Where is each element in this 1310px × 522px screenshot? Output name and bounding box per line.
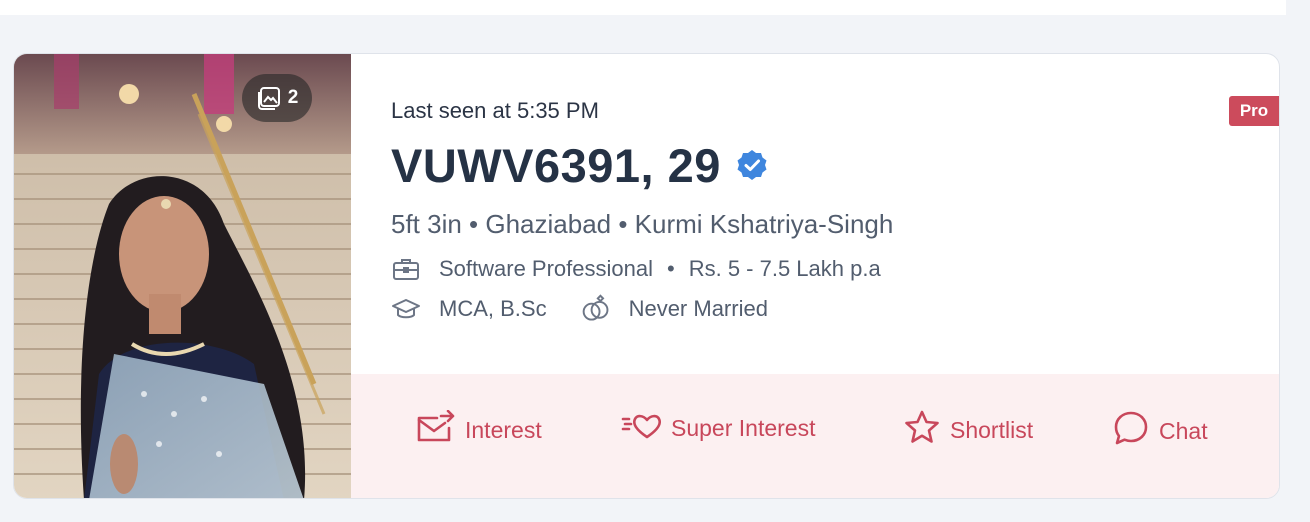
interest-label: Interest xyxy=(465,416,542,443)
gallery-icon xyxy=(256,85,282,111)
separator-dot: • xyxy=(667,256,675,281)
profession: Software Professional xyxy=(439,256,653,281)
rings-icon xyxy=(581,294,611,324)
profile-card[interactable]: 2 Pro Last seen at 5:35 PM VUWV6391, 29 … xyxy=(13,53,1280,499)
briefcase-icon xyxy=(391,254,421,284)
profile-name[interactable]: VUWV6391, 29 xyxy=(391,138,721,193)
verified-badge-icon xyxy=(735,148,769,187)
education-row: MCA, B.Sc Never Married xyxy=(391,294,768,324)
shortlist-button[interactable]: Shortlist xyxy=(904,410,1033,450)
photo-count: 2 xyxy=(287,87,299,108)
chat-label: Chat xyxy=(1159,417,1208,444)
name-row: VUWV6391, 29 xyxy=(391,138,769,193)
super-interest-button[interactable]: Super Interest xyxy=(621,410,815,446)
shortlist-label: Shortlist xyxy=(950,416,1034,443)
profession-row: Software Professional • Rs. 5 - 7.5 Lakh… xyxy=(391,254,881,284)
profile-photo-image xyxy=(14,54,351,498)
interest-button[interactable]: Interest xyxy=(415,409,542,450)
income: Rs. 5 - 7.5 Lakh p.a xyxy=(688,256,881,281)
star-icon xyxy=(904,410,940,450)
previous-card-edge xyxy=(0,0,1286,15)
action-bar: Interest Super Interest Shortlist Chat xyxy=(351,374,1279,498)
chat-bubble-icon xyxy=(1113,410,1149,452)
pro-badge: Pro xyxy=(1229,96,1279,126)
last-seen: Last seen at 5:35 PM xyxy=(391,98,599,123)
super-interest-label: Super Interest xyxy=(671,414,816,441)
profile-photo[interactable]: 2 xyxy=(14,54,351,498)
marital-status: Never Married xyxy=(628,296,768,321)
graduation-cap-icon xyxy=(391,294,421,324)
photo-count-badge[interactable]: 2 xyxy=(242,74,312,122)
heart-icon xyxy=(621,410,661,446)
mail-send-icon xyxy=(415,409,455,450)
basic-details: 5ft 3in • Ghaziabad • Kurmi Kshatriya-Si… xyxy=(391,209,894,239)
chat-button[interactable]: Chat xyxy=(1113,410,1208,452)
education: MCA, B.Sc xyxy=(439,296,547,321)
